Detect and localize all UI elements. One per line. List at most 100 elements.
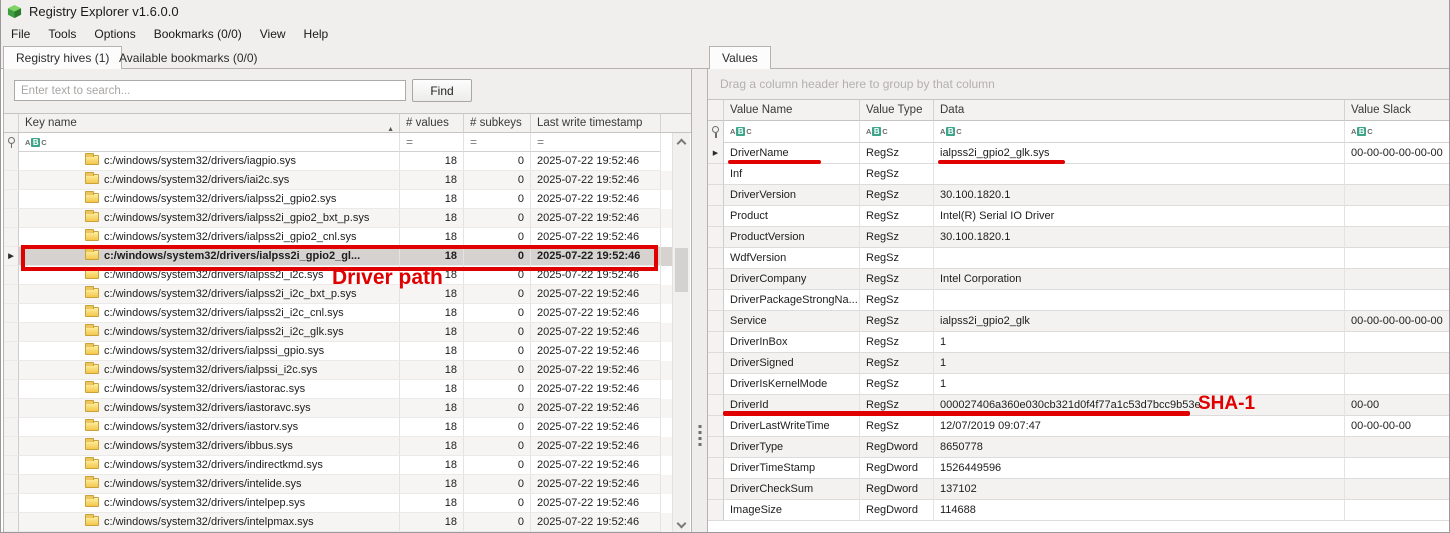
row-filler	[661, 228, 672, 247]
menu-item-bookmarks[interactable]: Bookmarks (0/0)	[145, 24, 251, 44]
table-row[interactable]: DriverCompanyRegSzIntel Corporation	[708, 269, 1450, 290]
row-filler	[661, 418, 672, 437]
column-header-key-name[interactable]: Key name	[19, 113, 400, 133]
row-filler	[661, 342, 672, 361]
key-name: c:/windows/system32/drivers/ibbus.sys	[104, 440, 293, 452]
filter-num-subkeys[interactable]: =	[464, 133, 531, 152]
table-row[interactable]: c:/windows/system32/drivers/intelpep.sys…	[4, 494, 672, 513]
table-row[interactable]: c:/windows/system32/drivers/ialpss2i_gpi…	[4, 247, 672, 266]
scroll-down-button[interactable]	[673, 516, 690, 533]
key-cell: c:/windows/system32/drivers/ialpss2i_i2c…	[19, 323, 400, 342]
value-slack-cell	[1345, 269, 1450, 290]
menu-item-options[interactable]: Options	[85, 24, 144, 44]
text-filter-icon[interactable]: ABC	[940, 127, 962, 136]
table-row[interactable]: c:/windows/system32/drivers/ialpss2i_i2c…	[4, 304, 672, 323]
table-row[interactable]: DriverIsKernelModeRegSz1	[708, 374, 1450, 395]
table-row[interactable]: c:/windows/system32/drivers/ialpssi_gpio…	[4, 342, 672, 361]
folder-icon	[85, 155, 99, 165]
table-row[interactable]: c:/windows/system32/drivers/ialpss2i_gpi…	[4, 190, 672, 209]
folder-icon	[85, 421, 99, 431]
filter-data[interactable]: ABC	[934, 121, 1345, 143]
value-name-cell: Product	[724, 206, 860, 227]
column-header-value-type[interactable]: Value Type	[860, 99, 934, 121]
value-slack-cell	[1345, 185, 1450, 206]
filter-key-name[interactable]: ABC	[19, 133, 400, 152]
filter-value-slack[interactable]: ABC	[1345, 121, 1450, 143]
column-header-last-write[interactable]: Last write timestamp	[531, 113, 661, 133]
table-row[interactable]: DriverIdRegSz000027406a360e030cb321d0f4f…	[708, 395, 1450, 416]
table-row[interactable]: WdfVersionRegSz	[708, 248, 1450, 269]
search-input[interactable]	[14, 80, 406, 101]
column-header-value-slack[interactable]: Value Slack	[1345, 99, 1450, 121]
text-filter-icon[interactable]: ABC	[730, 127, 752, 136]
text-filter-icon[interactable]: ABC	[1351, 127, 1373, 136]
value-slack-cell	[1345, 164, 1450, 185]
title-bar: Registry Explorer v1.6.0.0	[1, 0, 1449, 22]
find-button[interactable]: Find	[412, 79, 472, 102]
key-cell: c:/windows/system32/drivers/intelpmax.sy…	[19, 513, 400, 532]
key-cell: c:/windows/system32/drivers/ialpss2i_gpi…	[19, 247, 400, 266]
row-filler	[661, 190, 672, 209]
group-by-bar[interactable]: Drag a column header here to group by th…	[708, 69, 1450, 99]
table-row[interactable]: ProductVersionRegSz30.100.1820.1	[708, 227, 1450, 248]
panel-splitter[interactable]	[692, 69, 707, 533]
tab-registry-hives[interactable]: Registry hives (1)	[3, 46, 122, 70]
table-row[interactable]: c:/windows/system32/drivers/ialpssi_i2c.…	[4, 361, 672, 380]
key-cell: c:/windows/system32/drivers/ialpss2i_i2c…	[19, 285, 400, 304]
table-row[interactable]: DriverTypeRegDword8650778	[708, 437, 1450, 458]
table-row[interactable]: c:/windows/system32/drivers/iastorac.sys…	[4, 380, 672, 399]
tab-available-bookmarks[interactable]: Available bookmarks (0/0)	[107, 46, 270, 69]
table-row[interactable]: c:/windows/system32/drivers/iastoravc.sy…	[4, 399, 672, 418]
table-row[interactable]: DriverInBoxRegSz1	[708, 332, 1450, 353]
table-row[interactable]: c:/windows/system32/drivers/ibbus.sys180…	[4, 437, 672, 456]
text-filter-icon[interactable]: ABC	[25, 138, 47, 147]
table-row[interactable]: c:/windows/system32/drivers/indirectkmd.…	[4, 456, 672, 475]
column-header-num-subkeys[interactable]: # subkeys	[464, 113, 531, 133]
filter-num-values[interactable]: =	[400, 133, 464, 152]
table-row[interactable]: DriverNameRegSzialpss2i_gpio2_glk.sys00-…	[708, 143, 1450, 164]
menu-bar: File Tools Options Bookmarks (0/0) View …	[1, 22, 1449, 45]
filter-value-type[interactable]: ABC	[860, 121, 934, 143]
table-row[interactable]: c:/windows/system32/drivers/ialpss2i_gpi…	[4, 228, 672, 247]
data-cell	[934, 248, 1345, 269]
filter-last-write[interactable]: =	[531, 133, 661, 152]
menu-item-tools[interactable]: Tools	[39, 24, 85, 44]
table-row[interactable]: DriverTimeStampRegDword1526449596	[708, 458, 1450, 479]
text-filter-icon[interactable]: ABC	[866, 127, 888, 136]
table-row[interactable]: c:/windows/system32/drivers/iai2c.sys180…	[4, 171, 672, 190]
menu-item-help[interactable]: Help	[295, 24, 338, 44]
table-row[interactable]: c:/windows/system32/drivers/ialpss2i_i2c…	[4, 285, 672, 304]
table-row[interactable]: c:/windows/system32/drivers/intelpmax.sy…	[4, 513, 672, 532]
scroll-up-button[interactable]	[673, 133, 690, 150]
vertical-scrollbar[interactable]	[672, 133, 690, 533]
menu-item-file[interactable]: File	[2, 24, 39, 44]
table-row[interactable]: ProductRegSzIntel(R) Serial IO Driver	[708, 206, 1450, 227]
table-row[interactable]: DriverPackageStrongNa...RegSz	[708, 290, 1450, 311]
value-type-cell: RegSz	[860, 290, 934, 311]
values-grid-body: DriverNameRegSzialpss2i_gpio2_glk.sys00-…	[708, 143, 1450, 533]
table-row[interactable]: c:/windows/system32/drivers/ialpss2i_gpi…	[4, 209, 672, 228]
value-type-cell: RegSz	[860, 416, 934, 437]
table-row[interactable]: InfRegSz	[708, 164, 1450, 185]
table-row[interactable]: ImageSizeRegDword114688	[708, 500, 1450, 521]
table-row[interactable]: c:/windows/system32/drivers/ialpss2i_i2c…	[4, 323, 672, 342]
table-row[interactable]: DriverCheckSumRegDword137102	[708, 479, 1450, 500]
tab-values[interactable]: Values	[709, 46, 771, 70]
table-row[interactable]: c:/windows/system32/drivers/iastorv.sys1…	[4, 418, 672, 437]
table-row[interactable]: c:/windows/system32/drivers/intelide.sys…	[4, 475, 672, 494]
scrollbar-thumb[interactable]	[675, 248, 688, 292]
table-row[interactable]: DriverSignedRegSz1	[708, 353, 1450, 374]
folder-icon	[85, 516, 99, 526]
table-row[interactable]: c:/windows/system32/drivers/ialpss2i_i2c…	[4, 266, 672, 285]
table-row[interactable]: c:/windows/system32/drivers/iagpio.sys18…	[4, 152, 672, 171]
num-values-cell: 18	[400, 266, 464, 285]
menu-item-view[interactable]: View	[251, 24, 295, 44]
filter-value-name[interactable]: ABC	[724, 121, 860, 143]
column-header-value-name[interactable]: Value Name	[724, 99, 860, 121]
num-subkeys-cell: 0	[464, 304, 531, 323]
table-row[interactable]: ServiceRegSzialpss2i_gpio2_glk00-00-00-0…	[708, 311, 1450, 332]
column-header-num-values[interactable]: # values	[400, 113, 464, 133]
column-header-data[interactable]: Data	[934, 99, 1345, 121]
table-row[interactable]: DriverLastWriteTimeRegSz12/07/2019 09:07…	[708, 416, 1450, 437]
table-row[interactable]: DriverVersionRegSz30.100.1820.1	[708, 185, 1450, 206]
